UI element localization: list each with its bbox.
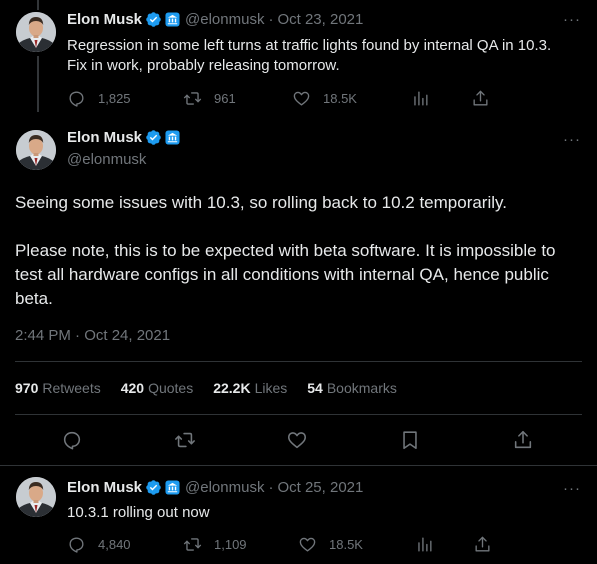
verified-badge-icon	[145, 11, 162, 28]
like-icon	[298, 535, 317, 554]
author-handle[interactable]: @elonmusk	[185, 11, 264, 28]
reply-count: 4,840	[98, 537, 131, 552]
bookmarks-stat[interactable]: 54 Bookmarks	[307, 380, 397, 396]
reply-icon	[61, 429, 83, 451]
reply-button[interactable]	[61, 429, 83, 451]
main-tweet-paragraph: Please note, this is to be expected with…	[15, 239, 585, 311]
like-count: 18.5K	[323, 91, 357, 106]
share-button[interactable]	[471, 89, 490, 108]
views-button[interactable]	[411, 89, 430, 108]
tweet-date[interactable]: Oct 25, 2021	[277, 479, 363, 496]
divider	[0, 465, 597, 466]
like-button[interactable]: 18.5K	[292, 89, 357, 108]
retweet-button[interactable]: 961	[183, 89, 236, 108]
share-icon	[471, 89, 490, 108]
reply-button[interactable]: 1,825	[67, 89, 131, 108]
main-tweet-paragraph: Seeing some issues with 10.3, so rolling…	[15, 193, 507, 212]
stat-count: 54	[307, 380, 323, 396]
tweet-header: Elon Musk @elonmusk · Oct 23, 2021	[67, 11, 363, 28]
retweet-icon	[183, 89, 202, 108]
bookmark-button[interactable]	[399, 429, 421, 451]
main-tweet-actions	[0, 429, 597, 449]
retweet-count: 961	[214, 91, 236, 106]
thread-connector	[37, 56, 39, 112]
stat-count: 420	[120, 380, 145, 396]
main-tweet-line: Please note, this is to be expected with…	[15, 241, 556, 260]
tweet-text-line: Fix in work, probably releasing tomorrow…	[67, 57, 340, 74]
like-icon	[286, 429, 308, 451]
views-icon	[411, 89, 430, 108]
share-button[interactable]	[473, 535, 492, 554]
author-name[interactable]: Elon Musk	[67, 11, 142, 28]
main-author-row: Elon Musk	[67, 129, 180, 146]
engagement-stats: 970 Retweets 420 Quotes 22.2K Likes 54 Bookm…	[15, 380, 417, 396]
retweets-stat[interactable]: 970 Retweets	[15, 380, 101, 396]
avatar-image	[16, 130, 56, 170]
stat-label: Quotes	[148, 380, 194, 396]
retweet-button[interactable]	[174, 429, 196, 451]
retweet-count: 1,109	[214, 537, 247, 552]
separator-dot: ·	[268, 479, 274, 496]
main-tweet-line: beta.	[15, 289, 53, 308]
reply-icon	[67, 535, 86, 554]
main-tweet-line: test all hardware configs in all conditi…	[15, 265, 549, 284]
share-icon	[473, 535, 492, 554]
avatar[interactable]	[16, 477, 56, 517]
stat-count: 970	[15, 380, 39, 396]
verified-badge-icon	[145, 129, 162, 146]
government-badge-icon	[165, 130, 180, 145]
separator-dot: ·	[268, 11, 274, 28]
tweet-text-line: Regression in some left turns at traffic…	[67, 37, 552, 54]
tweet-date[interactable]: Oct 23, 2021	[277, 11, 363, 28]
like-icon	[292, 89, 311, 108]
stat-label: Bookmarks	[326, 380, 397, 396]
quotes-stat[interactable]: 420 Quotes	[121, 380, 194, 396]
avatar[interactable]	[16, 12, 56, 52]
tweet-actions: 4,840 1,109 18.5K	[67, 535, 587, 555]
like-button[interactable]: 18.5K	[298, 535, 363, 554]
retweet-icon	[174, 429, 196, 451]
reply-icon	[67, 89, 86, 108]
divider	[15, 414, 582, 415]
avatar-image	[16, 12, 56, 52]
retweet-icon	[183, 535, 202, 554]
thread-connector-top	[37, 0, 39, 10]
tweet-text: Regression in some left turns at traffic…	[67, 36, 587, 76]
retweet-button[interactable]: 1,109	[183, 535, 247, 554]
government-badge-icon	[165, 480, 180, 495]
author-name[interactable]: Elon Musk	[67, 479, 142, 496]
views-button[interactable]	[415, 535, 434, 554]
more-icon[interactable]: ···	[563, 481, 581, 496]
reply-count: 1,825	[98, 91, 131, 106]
bookmark-icon	[399, 429, 421, 451]
share-button[interactable]	[512, 429, 534, 451]
main-avatar[interactable]	[16, 130, 56, 170]
divider	[15, 361, 582, 362]
main-author-name[interactable]: Elon Musk	[67, 129, 142, 146]
reply-button[interactable]: 4,840	[67, 535, 131, 554]
likes-stat[interactable]: 22.2K Likes	[213, 380, 287, 396]
views-icon	[415, 535, 434, 554]
share-icon	[512, 429, 534, 451]
like-button[interactable]	[286, 429, 308, 451]
avatar-image	[16, 477, 56, 517]
tweet-header: Elon Musk @elonmusk · Oct 25, 2021	[67, 479, 363, 496]
stat-label: Likes	[254, 380, 288, 396]
stat-label: Retweets	[42, 380, 101, 396]
verified-badge-icon	[145, 479, 162, 496]
more-icon[interactable]: ···	[563, 132, 581, 147]
author-handle[interactable]: @elonmusk	[185, 479, 264, 496]
like-count: 18.5K	[329, 537, 363, 552]
tweet-timestamp[interactable]: 2:44 PM · Oct 24, 2021	[15, 327, 170, 344]
main-author-handle[interactable]: @elonmusk	[67, 151, 146, 168]
more-icon[interactable]: ···	[563, 12, 581, 27]
government-badge-icon	[165, 12, 180, 27]
stat-count: 22.2K	[213, 380, 251, 396]
tweet-text: 10.3.1 rolling out now	[67, 504, 210, 521]
tweet-actions: 1,825 961 18.5K	[67, 89, 587, 109]
